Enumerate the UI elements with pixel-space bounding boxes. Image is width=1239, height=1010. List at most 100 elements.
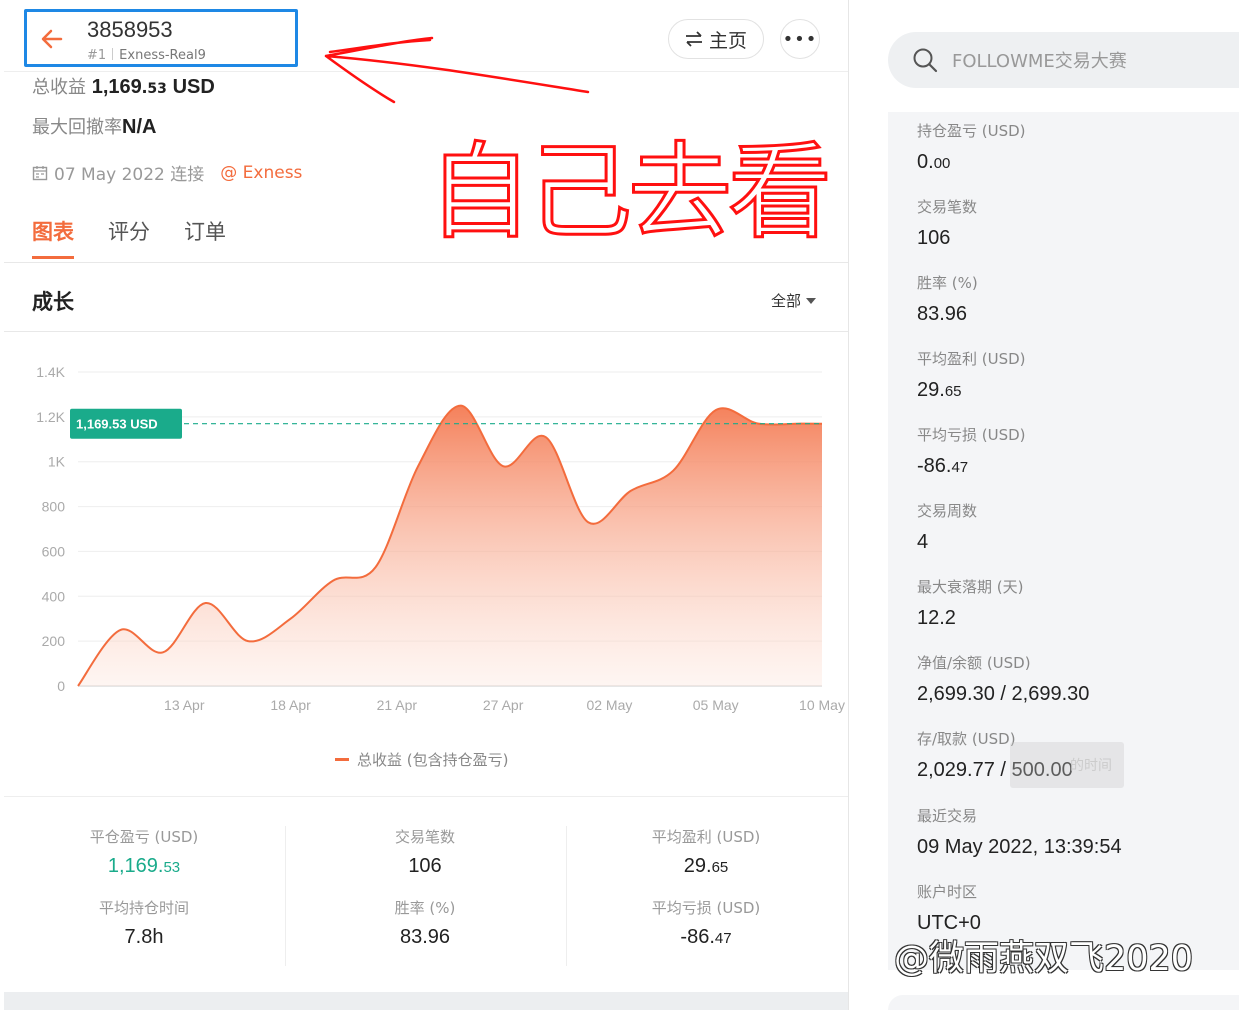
total-profit: 总收益 1,169.53 USD xyxy=(32,73,215,99)
back-arrow-icon[interactable] xyxy=(39,26,65,52)
info-last-trade: 最近交易 09 May 2022, 13:39:54 xyxy=(917,805,1122,859)
info-win-rate: 胜率 (%) 83.96 xyxy=(917,272,978,326)
info-open-pnl: 持仓盈亏 (USD) 0.00 xyxy=(917,120,1026,174)
info-value-cents: 65 xyxy=(944,383,962,400)
legend-swatch xyxy=(335,758,349,761)
legend-label: 总收益 (包含持仓盈亏) xyxy=(357,751,509,769)
divider xyxy=(112,48,114,60)
stat-value-main: -86. xyxy=(680,926,715,948)
info-trade-count: 交易笔数 106 xyxy=(917,196,977,250)
info-max-drawdown-period: 最大衰落期 (天) 12.2 xyxy=(917,576,1023,630)
account-stats-card: 持仓盈亏 (USD) 0.00 交易笔数 106 胜率 (%) 83.96 平均… xyxy=(888,112,1239,970)
current-value-label: 1,169.53 USD xyxy=(76,417,158,432)
info-value: 29.65 xyxy=(917,379,1026,402)
search-bar[interactable]: FOLLOWME交易大赛 xyxy=(888,32,1239,88)
tab-rating[interactable]: 评分 xyxy=(108,216,150,259)
y-tick-label: 1.4K xyxy=(36,364,65,380)
divider xyxy=(4,796,848,797)
bottom-bar xyxy=(888,995,1239,1010)
x-tick-label: 05 May xyxy=(693,697,739,713)
stat-label: 平均持仓时间 xyxy=(98,899,189,917)
stat-label: 胜率 (%) xyxy=(394,899,456,917)
info-label: 账户时区 xyxy=(917,883,978,901)
divider xyxy=(285,826,286,966)
info-value: 0.00 xyxy=(917,151,1026,174)
tab-chart[interactable]: 图表 xyxy=(32,216,74,259)
home-button[interactable]: 主页 xyxy=(668,19,764,59)
info-value-cents: 00 xyxy=(933,155,951,172)
info-value-main: -86. xyxy=(917,455,952,477)
account-rank-server: #1 Exness-Real9 xyxy=(87,48,206,63)
stats-sidebar: FOLLOWME交易大赛 持仓盈亏 (USD) 0.00 交易笔数 106 胜率… xyxy=(888,0,1239,1010)
info-value: 106 xyxy=(917,227,951,249)
x-tick-label: 21 Apr xyxy=(377,697,418,713)
stat-value: 106 xyxy=(408,855,442,877)
info-value-main: 0. xyxy=(917,151,934,173)
info-label: 平均盈利 (USD) xyxy=(917,350,1026,368)
total-profit-unit: USD xyxy=(172,76,215,98)
range-dropdown[interactable]: 全部 xyxy=(771,290,817,311)
stat-avg-loss: 平均亏损 (USD) -86.47 xyxy=(566,897,846,949)
stat-label: 平均盈利 (USD) xyxy=(651,828,761,846)
account-id: 3858953 xyxy=(87,17,173,42)
total-profit-cents: 53 xyxy=(147,81,167,97)
stat-value-cents: 47 xyxy=(714,930,732,947)
max-drawdown: 最大回撤率N/A xyxy=(32,113,156,139)
info-value: 4 xyxy=(917,531,929,553)
calendar-icon xyxy=(32,165,48,180)
info-label: 交易周数 xyxy=(917,502,978,520)
swap-icon xyxy=(685,31,702,47)
x-tick-label: 02 May xyxy=(586,697,632,713)
stat-label: 交易笔数 xyxy=(394,828,455,846)
info-value-main: 29. xyxy=(917,379,945,401)
account-server: Exness-Real9 xyxy=(119,48,206,63)
stat-label: 平均亏损 (USD) xyxy=(651,899,761,917)
info-trading-weeks: 交易周数 4 xyxy=(917,500,977,554)
info-value: 12.2 xyxy=(917,607,956,629)
stat-avg-hold-time: 平均持仓时间 7.8h xyxy=(4,897,284,949)
info-label: 胜率 (%) xyxy=(917,274,978,292)
more-button[interactable]: ••• xyxy=(780,19,820,59)
home-button-label: 主页 xyxy=(708,29,747,52)
tab-orders[interactable]: 订单 xyxy=(184,216,226,259)
caret-down-icon xyxy=(806,298,817,304)
x-tick-label: 10 May xyxy=(799,697,845,713)
info-value: -86.47 xyxy=(917,455,1026,478)
info-label: 交易笔数 xyxy=(917,198,978,216)
info-value: 2,699.30 / 2,699.30 xyxy=(917,683,1090,705)
info-value: 09 May 2022, 13:39:54 xyxy=(917,836,1122,858)
x-tick-label: 18 Apr xyxy=(270,697,311,713)
divider xyxy=(4,262,848,263)
search-input[interactable]: FOLLOWME交易大赛 xyxy=(952,47,1127,73)
stat-trade-count: 交易笔数 106 xyxy=(285,826,565,878)
y-tick-label: 400 xyxy=(42,588,66,604)
total-profit-value: 1,169. xyxy=(91,76,148,98)
watermark: @微雨燕双飞2020 xyxy=(894,939,1194,979)
stat-win-rate: 胜率 (%) 83.96 xyxy=(285,897,565,949)
total-profit-label: 总收益 xyxy=(32,77,86,98)
broker-link[interactable]: @ Exness xyxy=(220,163,302,183)
y-tick-label: 0 xyxy=(57,678,65,694)
x-tick-label: 13 Apr xyxy=(164,697,205,713)
y-tick-label: 1.2K xyxy=(36,409,65,425)
bottom-bar xyxy=(4,992,848,1010)
stat-value-cents: 53 xyxy=(163,859,181,876)
info-timezone: 账户时区 UTC+0 xyxy=(917,881,981,935)
stat-value: 7.8h xyxy=(124,926,164,948)
growth-chart: 1,169.53 USD 0 200 400 600 800 1K 1.2K 1.4K 13 … xyxy=(36,364,845,713)
y-tick-label: 800 xyxy=(42,499,66,515)
stat-value: 1,169.53 xyxy=(4,855,284,878)
stat-closed-pnl: 平仓盈亏 (USD) 1,169.53 xyxy=(4,826,284,878)
max-drawdown-value: N/A xyxy=(122,116,157,138)
stat-avg-profit: 平均盈利 (USD) 29.65 xyxy=(566,826,846,878)
info-label: 最大衰落期 (天) xyxy=(917,578,1024,596)
y-tick-label: 200 xyxy=(42,633,66,649)
growth-area xyxy=(78,405,822,686)
y-tick-label: 600 xyxy=(42,543,66,559)
info-label: 持仓盈亏 (USD) xyxy=(917,122,1026,140)
info-avg-loss: 平均亏损 (USD) -86.47 xyxy=(917,424,1026,478)
chart-legend[interactable]: 总收益 (包含持仓盈亏) xyxy=(335,749,508,770)
ghost-tooltip: 的时间 xyxy=(1010,742,1124,788)
tab-bar: 图表 评分 订单 xyxy=(32,216,226,259)
search-icon xyxy=(913,48,938,73)
